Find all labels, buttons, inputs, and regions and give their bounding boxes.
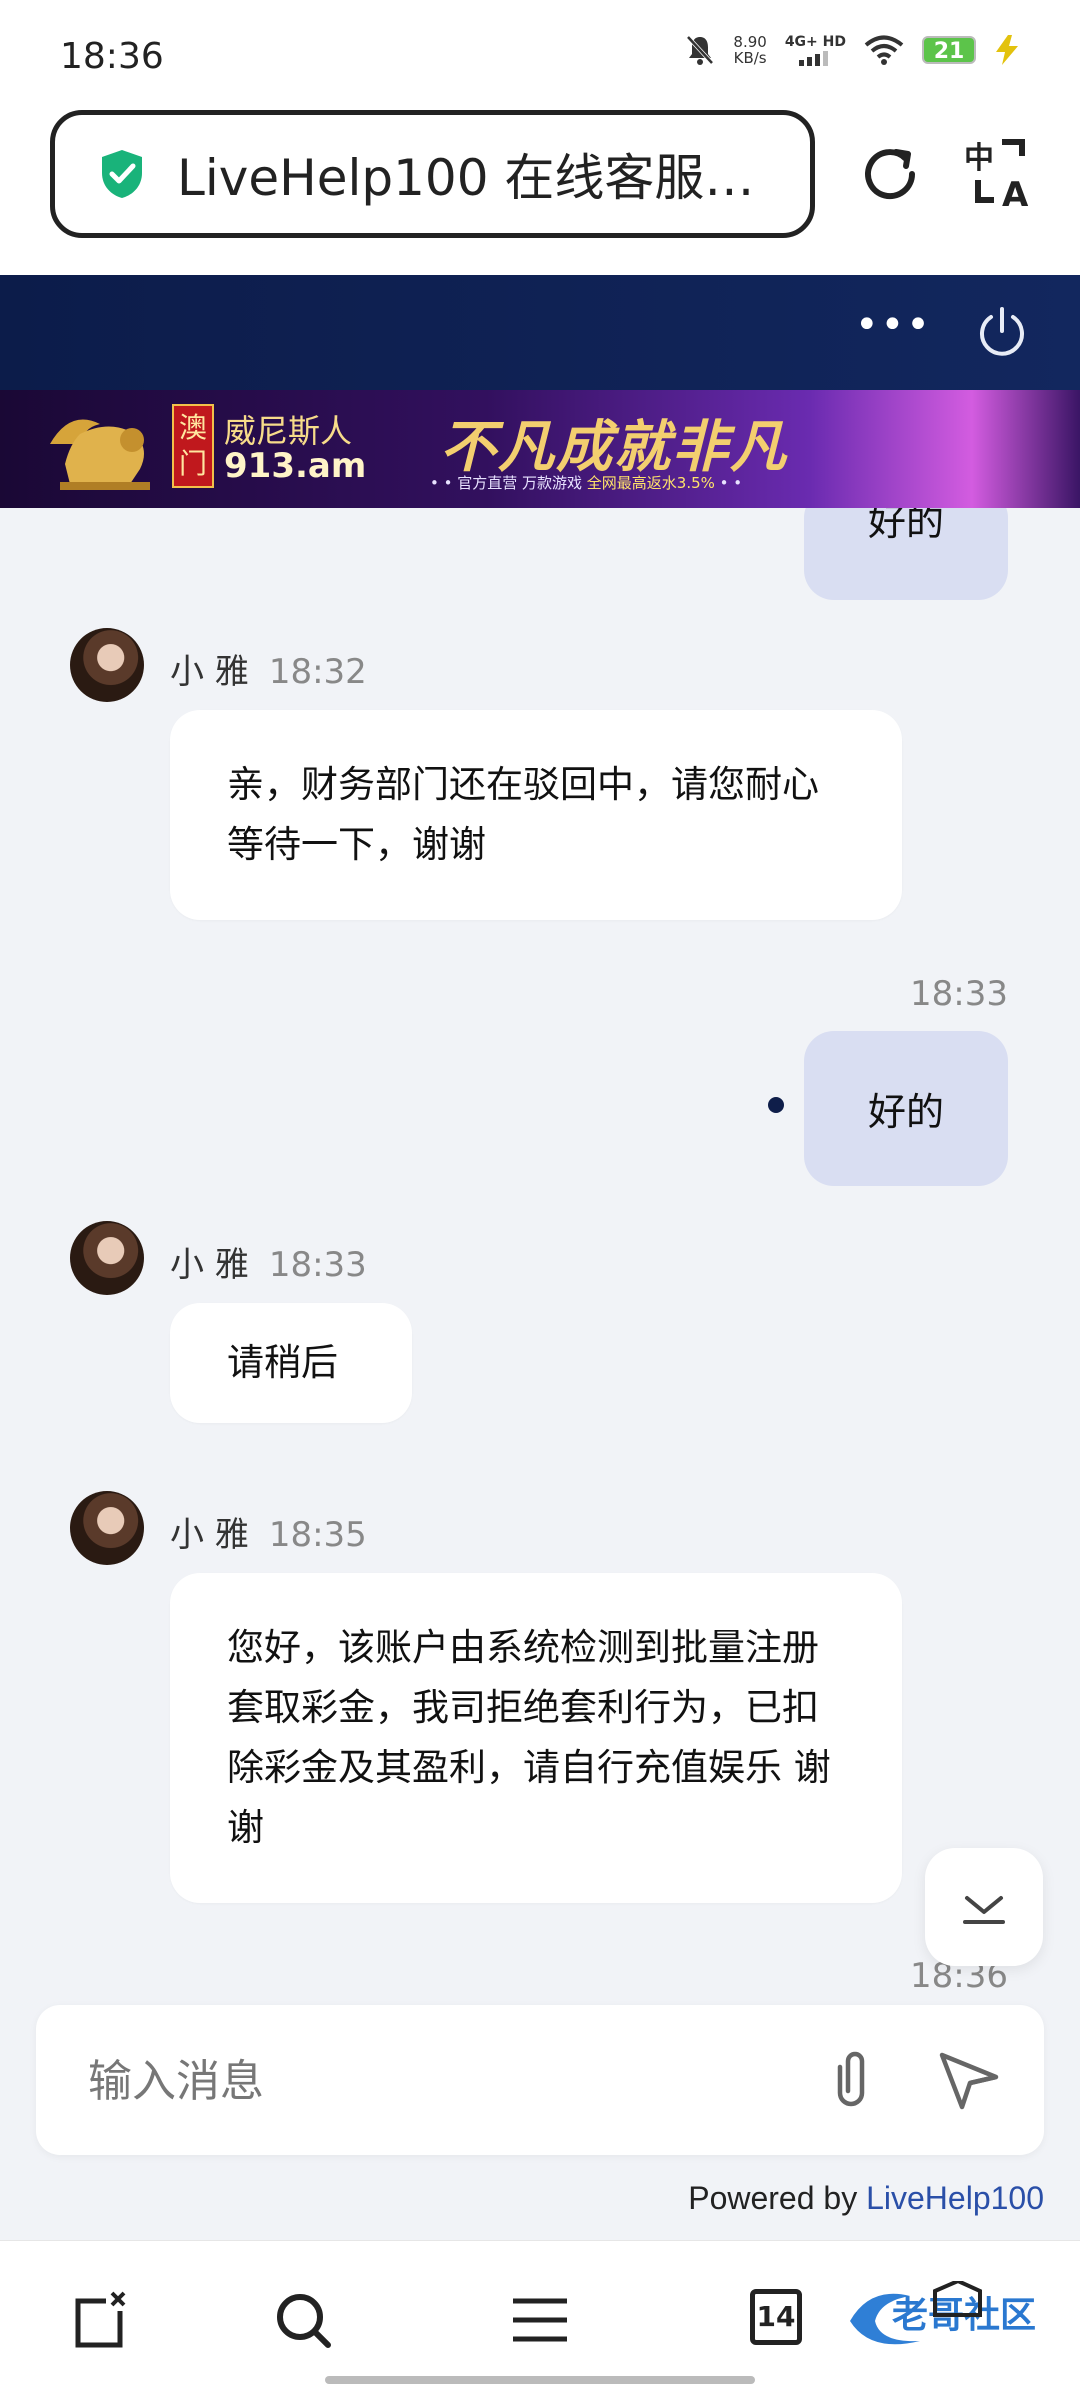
agent-avatar	[70, 1491, 144, 1565]
outgoing-message: 好的	[804, 1031, 1008, 1186]
tabs-button[interactable]: 14	[750, 2289, 802, 2345]
macau-logo: 澳门	[172, 404, 214, 488]
shield-check-icon	[102, 150, 142, 198]
browser-toolbar: LiveHelp100 在线客服… 中A	[0, 110, 1080, 275]
more-options-icon[interactable]: •••	[855, 305, 930, 361]
message-sender: 小 雅 18:35	[170, 1515, 367, 1555]
home-indicator[interactable]	[325, 2376, 755, 2384]
cell-signal: 4G+ HD	[785, 34, 846, 66]
url-title: LiveHelp100 在线客服…	[177, 149, 755, 207]
incoming-message: 您好，该账户由系统检测到批量注册套取彩金，我司拒绝套利行为，已扣除彩金及其盈利，…	[170, 1573, 902, 1903]
banner-slogan: 不凡成就非凡	[440, 414, 788, 480]
svg-text:A: A	[1002, 175, 1029, 212]
chat-messages[interactable]: 好的 小 雅 18:32 亲，财务部门还在驳回中，请您耐心等待一下，谢谢 18:3…	[0, 508, 1080, 1998]
refresh-icon[interactable]	[850, 134, 930, 214]
paperclip-icon[interactable]	[816, 2045, 886, 2115]
chevron-down-icon	[963, 1896, 1005, 1924]
status-bar: 18:36 8.90 KB/s 4G+ HD 21	[0, 0, 1080, 110]
battery-indicator: 21	[922, 36, 976, 64]
charging-icon	[996, 35, 1018, 65]
incoming-message: 亲，财务部门还在驳回中，请您耐心等待一下，谢谢	[170, 710, 902, 920]
search-icon[interactable]	[268, 2285, 338, 2355]
agent-avatar	[70, 1221, 144, 1295]
new-tab-close-icon[interactable]	[68, 2285, 138, 2355]
winged-lion-logo-icon	[50, 419, 150, 490]
brand-domain: 913.am	[224, 446, 367, 486]
watermark-logo: 老哥社区	[850, 2281, 1036, 2345]
incoming-message: 请稍后	[170, 1303, 412, 1423]
svg-text:中: 中	[964, 141, 994, 176]
message-input[interactable]	[88, 2051, 768, 2111]
address-bar[interactable]: LiveHelp100 在线客服…	[50, 110, 815, 238]
chat-header: •••	[0, 275, 1080, 390]
unread-dot	[768, 1097, 784, 1113]
message-time: 18:33	[910, 974, 1008, 1014]
livehelp-link[interactable]: LiveHelp100	[866, 2180, 1044, 2216]
mute-bell-icon	[686, 35, 714, 65]
powered-by: Powered by LiveHelp100	[688, 2180, 1044, 2216]
message-sender: 小 雅 18:32	[170, 652, 367, 692]
translate-icon[interactable]: 中A	[960, 132, 1040, 212]
wifi-icon	[864, 35, 904, 65]
status-time: 18:36	[60, 36, 164, 77]
scroll-to-bottom-button[interactable]	[925, 1848, 1043, 1966]
net-speed: 8.90 KB/s	[733, 33, 767, 67]
send-icon[interactable]	[936, 2047, 1002, 2113]
promo-banner[interactable]: 澳门 威尼斯人 913.am 不凡成就非凡 • • 官方直营 万款游戏 全网最高…	[0, 390, 1080, 508]
browser-bottom-nav: 14 老哥社区	[0, 2240, 1080, 2388]
message-composer	[36, 2005, 1044, 2155]
agent-avatar	[70, 628, 144, 702]
message-sender: 小 雅 18:33	[170, 1245, 367, 1285]
power-icon[interactable]	[975, 305, 1029, 359]
signal-icon	[799, 51, 829, 66]
status-icons: 8.90 KB/s 4G+ HD 21	[685, 34, 1020, 66]
outgoing-message: 好的	[804, 508, 1008, 600]
banner-subtext: • • 官方直营 万款游戏 全网最高返水3.5% • •	[430, 474, 743, 492]
menu-icon[interactable]	[505, 2285, 575, 2355]
